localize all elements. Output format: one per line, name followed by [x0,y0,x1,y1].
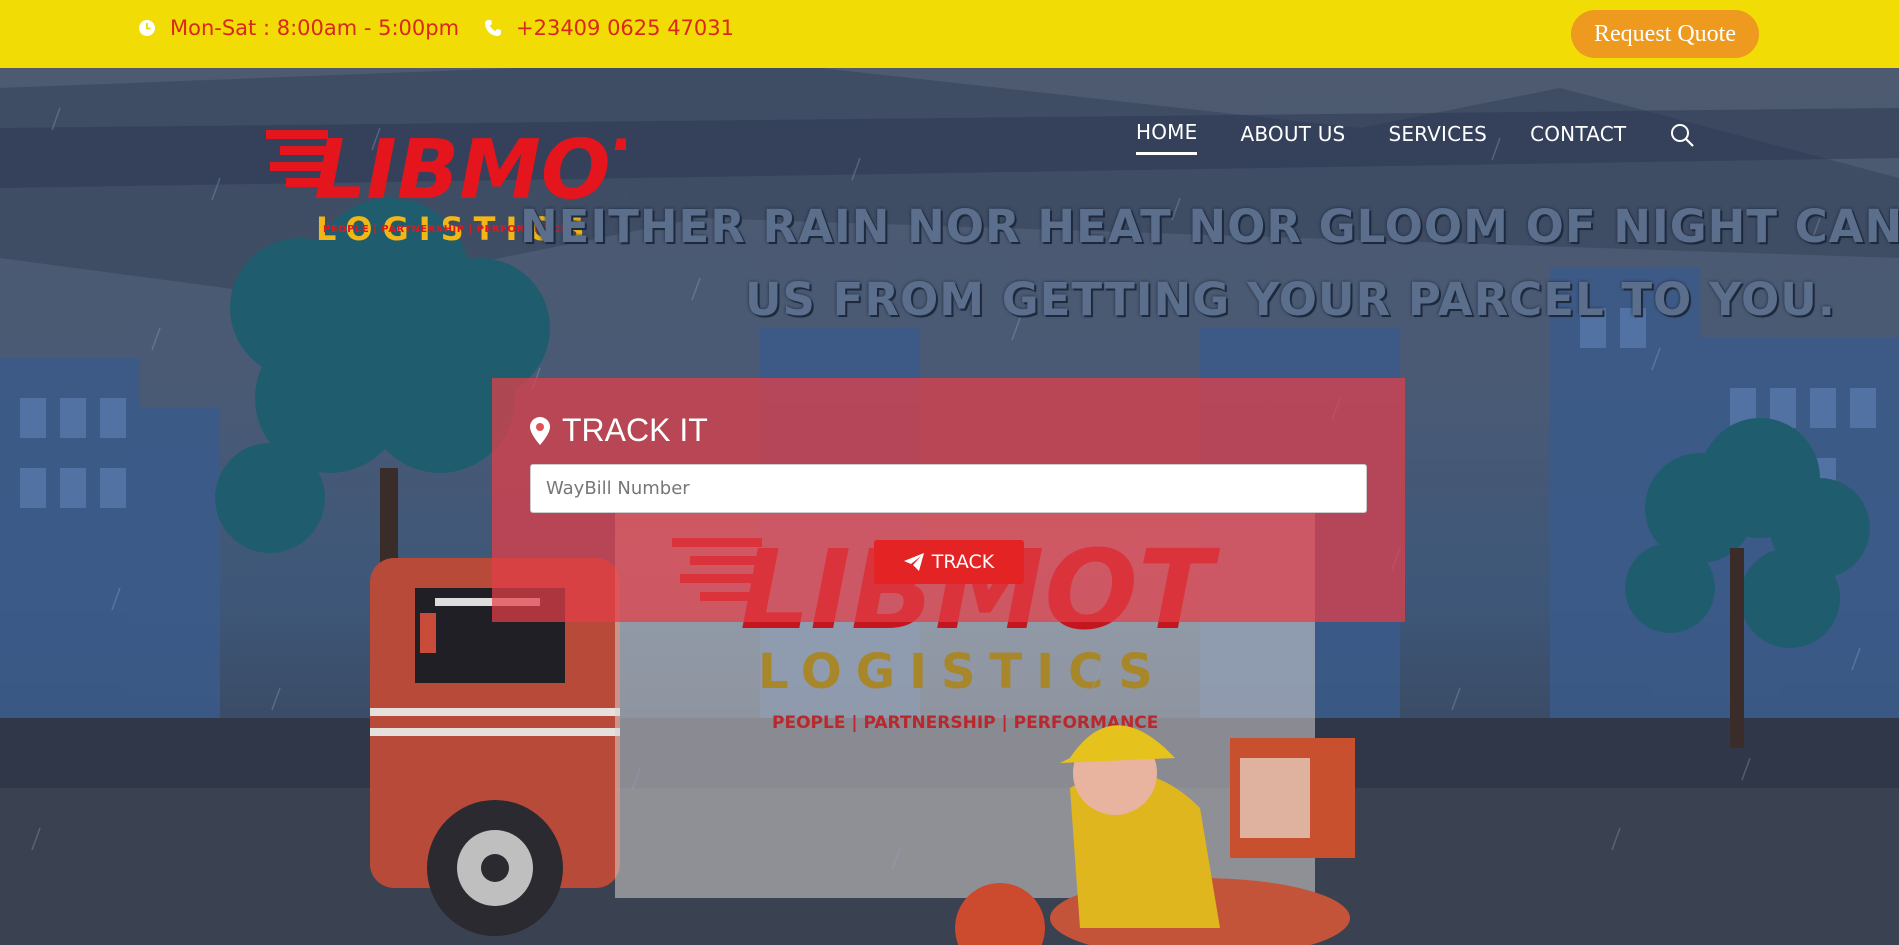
paper-plane-icon [903,553,924,571]
search-icon[interactable] [1669,122,1695,148]
phone-icon [482,17,504,39]
nav-about-us[interactable]: ABOUT US [1240,122,1345,154]
map-marker-icon [530,416,550,445]
business-hours: Mon-Sat : 8:00am - 5:00pm [136,16,459,40]
phone-contact: +23409 0625 47031 [482,16,734,40]
nav-services[interactable]: SERVICES [1388,122,1487,154]
nav-home[interactable]: HOME [1136,120,1198,155]
phone-number: +23409 0625 47031 [516,16,734,40]
track-title-text: TRACK IT [562,412,708,448]
top-bar: Mon-Sat : 8:00am - 5:00pm +23409 0625 47… [0,0,1899,68]
nav-contact[interactable]: CONTACT [1530,122,1626,154]
hero-banner: LIBMOT LOGISTICS PEOPLE | PARTNERSHIP | … [0,68,1899,945]
waybill-input[interactable] [530,464,1367,513]
hero-slogan-line2: US FROM GETTING YOUR PARCEL TO YOU. [745,273,1836,326]
track-button[interactable]: TRACK [874,540,1024,584]
business-hours-text: Mon-Sat : 8:00am - 5:00pm [170,16,460,40]
track-title: TRACK IT [530,412,708,449]
hero-slogan-line1: NEITHER RAIN NOR HEAT NOR GLOOM OF NIGHT… [520,200,1899,253]
main-nav: HOME ABOUT US SERVICES CONTACT [1136,120,1695,155]
hero-slogan: NEITHER RAIN NOR HEAT NOR GLOOM OF NIGHT… [520,200,1899,326]
clock-icon [136,17,158,39]
truck-logo-sub: LOGISTICS [758,644,1167,700]
tracking-panel: TRACK IT TRACK [492,378,1405,622]
track-button-label: TRACK [931,551,995,573]
request-quote-button[interactable]: Request Quote [1571,10,1759,58]
